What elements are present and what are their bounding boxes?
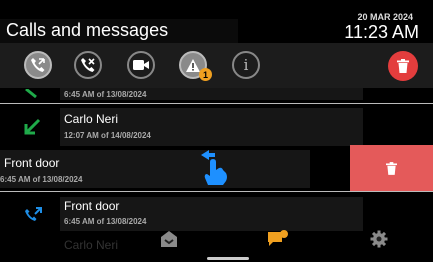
trash-icon xyxy=(386,161,397,175)
caller-name: Front door xyxy=(4,156,60,170)
outgoing-call-icon xyxy=(23,206,43,229)
incoming-call-icon xyxy=(24,86,38,104)
swipe-gesture-icon xyxy=(195,146,235,191)
page-title: Calls and messages xyxy=(6,20,169,40)
call-all-icon xyxy=(31,58,45,72)
call-time: 6:45 AM of 13/08/2024 xyxy=(0,175,83,184)
nav-settings-button[interactable] xyxy=(370,230,388,253)
time-label: 11:23 AM xyxy=(344,22,419,42)
messages-icon xyxy=(268,230,288,246)
incoming-call-icon xyxy=(23,118,41,141)
settings-icon xyxy=(370,230,388,248)
caller-name: Carlo Neri xyxy=(64,238,119,252)
filter-all-button[interactable] xyxy=(24,51,52,79)
trash-icon xyxy=(397,59,409,73)
filter-info-button[interactable]: i xyxy=(232,51,260,79)
divider xyxy=(0,191,433,192)
alert-icon xyxy=(186,58,200,72)
home-icon xyxy=(161,231,177,247)
nav-messages-button[interactable] xyxy=(267,230,289,253)
delete-row-button[interactable] xyxy=(350,145,433,191)
filter-bar xyxy=(0,43,433,88)
info-icon: i xyxy=(243,56,249,74)
nav-home-button[interactable] xyxy=(160,230,178,253)
filter-missed-button[interactable] xyxy=(74,51,102,79)
call-time: 6:45 AM of 13/08/2024 xyxy=(64,217,147,226)
caller-name: Carlo Neri xyxy=(64,112,119,126)
alert-count-badge: 1 xyxy=(199,68,212,81)
divider xyxy=(0,103,433,104)
call-missed-icon xyxy=(81,58,95,72)
delete-all-button[interactable] xyxy=(388,51,418,81)
filter-video-button[interactable] xyxy=(127,51,155,79)
call-time: 6:45 AM of 13/08/2024 xyxy=(64,90,147,99)
home-indicator[interactable] xyxy=(207,257,249,260)
video-icon xyxy=(133,60,149,70)
call-time: 12:07 AM of 14/08/2024 xyxy=(64,131,151,140)
date-label: 20 MAR 2024 xyxy=(357,12,413,22)
caller-name: Front door xyxy=(64,199,120,213)
